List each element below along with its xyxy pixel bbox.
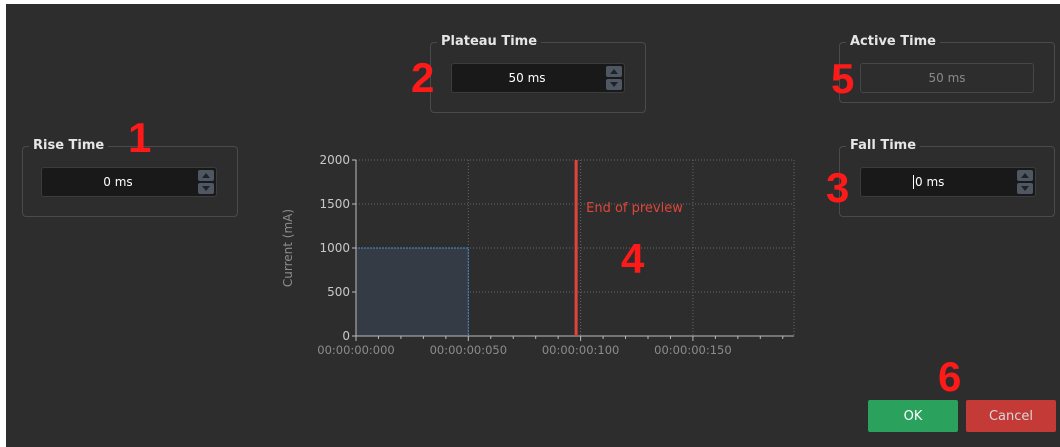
plateau-time-value[interactable]: 50 ms [452, 64, 602, 92]
plateau-time-spinbox[interactable]: 50 ms [451, 63, 625, 93]
y-tick-label: 1000 [319, 241, 350, 255]
annotation-6: 6 [938, 353, 962, 400]
y-tick-label: 0 [342, 329, 350, 343]
plateau-time-stepper[interactable] [606, 66, 622, 90]
current-preview-chart: 0 500 1000 1500 2000 00:00:00:000 00:00:00:050… [281, 153, 795, 357]
x-tick-label: 00:00:00:150 [654, 343, 731, 357]
spin-up-icon[interactable] [606, 66, 622, 77]
fall-time-group: Fall Time 0 ms [839, 136, 1055, 217]
rise-time-stepper[interactable] [198, 170, 214, 194]
x-tick-label: 00:00:00:050 [430, 343, 507, 357]
annotation-2: 2 [411, 54, 435, 101]
end-of-preview-label: End of preview [586, 201, 683, 216]
x-tick-label: 00:00:00:000 [317, 343, 394, 357]
active-time-field: 50 ms [860, 63, 1034, 93]
fall-time-value[interactable]: 0 ms [861, 168, 1013, 196]
active-time-label: Active Time [846, 32, 940, 52]
rise-time-value[interactable]: 0 ms [42, 168, 194, 196]
y-tick-label: 500 [327, 285, 350, 299]
spin-down-icon[interactable] [198, 183, 214, 194]
cancel-button[interactable]: Cancel [966, 400, 1056, 432]
plateau-time-group: Plateau Time 50 ms [430, 32, 646, 113]
y-tick-label: 2000 [319, 153, 350, 167]
x-tick-label: 00:00:00:100 [542, 343, 619, 357]
spin-down-icon[interactable] [606, 79, 622, 90]
pulse-area [356, 248, 469, 336]
text-cursor [913, 175, 914, 189]
annotation-4: 4 [621, 235, 645, 282]
plateau-time-label: Plateau Time [437, 32, 542, 52]
spin-down-icon[interactable] [1017, 183, 1033, 194]
spin-up-icon[interactable] [1017, 170, 1033, 181]
annotation-3: 3 [826, 164, 850, 211]
rise-time-label: Rise Time [29, 136, 109, 156]
rise-time-spinbox[interactable]: 0 ms [41, 167, 217, 197]
fall-time-label: Fall Time [846, 136, 921, 156]
ok-button[interactable]: OK [868, 400, 958, 432]
y-tick-label: 1500 [319, 197, 350, 211]
spin-up-icon[interactable] [198, 170, 214, 181]
fall-time-value-text: 0 ms [915, 175, 945, 189]
fall-time-stepper[interactable] [1017, 170, 1033, 194]
y-axis-label: Current (mA) [281, 209, 295, 287]
annotation-5: 5 [831, 55, 855, 102]
active-time-value: 50 ms [928, 71, 966, 85]
fall-time-spinbox[interactable]: 0 ms [860, 167, 1036, 197]
annotation-1: 1 [128, 114, 152, 161]
active-time-group: Active Time 50 ms [839, 32, 1055, 103]
pulse-settings-dialog: Rise Time 0 ms 1 Plateau Time 50 ms 2 Ac… [6, 4, 1060, 447]
